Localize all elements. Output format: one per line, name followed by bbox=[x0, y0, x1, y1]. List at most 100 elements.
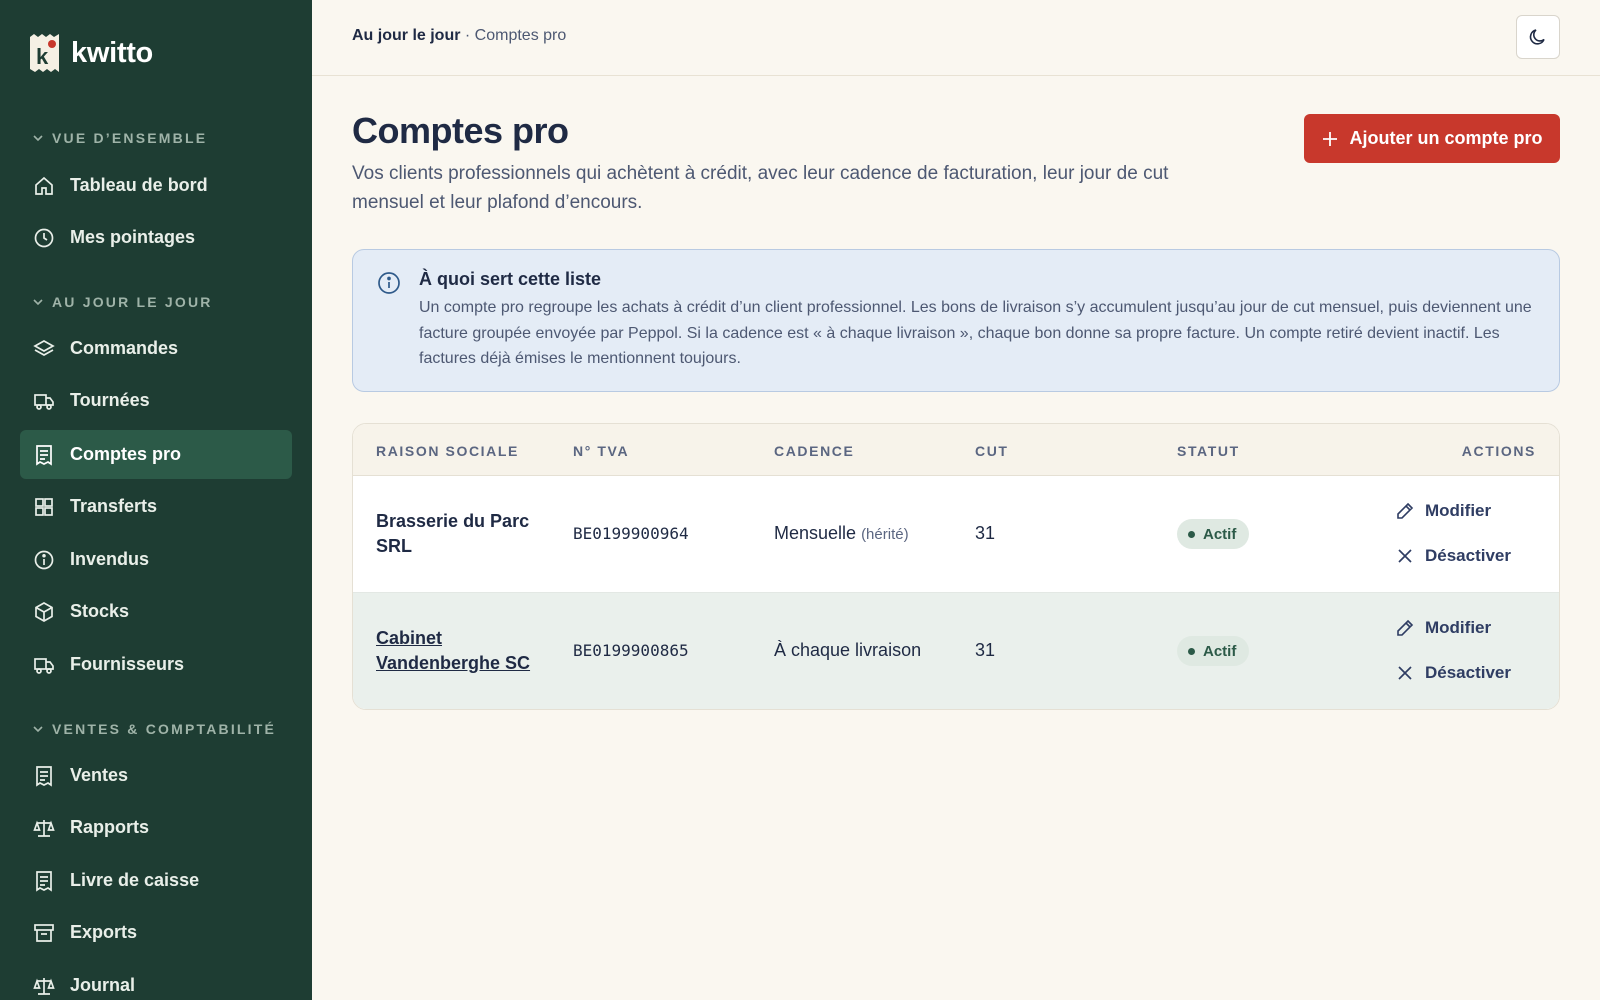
layers-icon bbox=[33, 338, 55, 360]
svg-text:k: k bbox=[36, 44, 49, 69]
box-icon bbox=[33, 601, 55, 623]
deactivate-button[interactable]: Désactiver bbox=[1395, 546, 1511, 566]
page-description: Vos clients professionnels qui achètent … bbox=[352, 163, 1169, 213]
sidebar-item-livre-de-caisse[interactable]: Livre de caisse bbox=[20, 856, 292, 905]
breadcrumb: Au jour le jour · Comptes pro bbox=[352, 27, 566, 45]
scale-icon bbox=[33, 817, 55, 839]
column-header-statut: STATUT bbox=[1177, 443, 1240, 459]
account-name-link[interactable]: Cabinet Vandenberghe SC bbox=[376, 626, 546, 676]
page-title: Comptes pro bbox=[352, 110, 569, 151]
sidebar-item-comptes-pro[interactable]: Comptes pro bbox=[20, 430, 292, 479]
home-icon bbox=[33, 175, 55, 197]
cadence-hint: (hérité) bbox=[861, 526, 909, 543]
deactivate-button-label: Désactiver bbox=[1425, 663, 1512, 682]
accounts-table: RAISON SOCIALE N° TVA CADENCE CUT STATUT… bbox=[352, 423, 1560, 710]
column-header-cut: CUT bbox=[975, 443, 1009, 459]
table-row: Brasserie du Parc SRL BE0199900964 Mensu… bbox=[353, 476, 1559, 593]
chevron-down-icon bbox=[33, 726, 43, 733]
column-header-actions: ACTIONS bbox=[1461, 443, 1536, 459]
pencil-icon bbox=[1397, 502, 1414, 519]
sidebar-item-invendus[interactable]: Invendus bbox=[20, 535, 292, 584]
cut-day: 31 bbox=[975, 523, 996, 543]
sidebar-item-label: Transferts bbox=[70, 496, 158, 516]
cadence: À chaque livraison bbox=[774, 640, 921, 661]
sidebar-item-label: Exports bbox=[70, 922, 138, 942]
sidebar-item-label: Fournisseurs bbox=[70, 654, 185, 674]
vat-number: BE0199900865 bbox=[573, 641, 689, 660]
cut-day: 31 bbox=[975, 640, 996, 660]
topbar: Au jour le jour · Comptes pro bbox=[312, 0, 1600, 76]
sidebar-item-mes-pointages[interactable]: Mes pointages bbox=[20, 213, 292, 262]
column-header-tva: N° TVA bbox=[573, 443, 630, 459]
sidebar-item-tableau-de-bord[interactable]: Tableau de bord bbox=[20, 161, 292, 210]
edit-button[interactable]: Modifier bbox=[1395, 501, 1491, 521]
app-name: kwitto bbox=[71, 36, 153, 69]
clock-icon bbox=[33, 227, 55, 249]
breadcrumb-parent[interactable]: Au jour le jour bbox=[352, 27, 460, 44]
edit-button[interactable]: Modifier bbox=[1395, 618, 1491, 638]
sidebar-item-label: Tableau de bord bbox=[70, 175, 208, 195]
chevron-down-icon bbox=[33, 135, 43, 142]
receipt-icon bbox=[33, 765, 55, 787]
sidebar-item-label: Stocks bbox=[70, 601, 130, 621]
sidebar-item-label: Mes pointages bbox=[70, 227, 196, 247]
sidebar-item-ventes[interactable]: Ventes bbox=[20, 751, 292, 800]
sidebar-item-label: Invendus bbox=[70, 549, 150, 569]
sidebar-item-commandes[interactable]: Commandes bbox=[20, 324, 292, 373]
scale-icon bbox=[33, 975, 55, 997]
sidebar-item-label: Comptes pro bbox=[70, 444, 182, 464]
truck-icon bbox=[33, 654, 55, 676]
table-header: RAISON SOCIALE N° TVA CADENCE CUT STATUT… bbox=[353, 424, 1559, 476]
account-name[interactable]: Brasserie du Parc SRL bbox=[376, 509, 546, 559]
info-icon bbox=[33, 549, 55, 571]
breadcrumb-separator: · bbox=[460, 27, 475, 44]
status-dot bbox=[1188, 647, 1195, 655]
sidebar-item-exports[interactable]: Exports bbox=[20, 908, 292, 957]
section-title-label: AU JOUR LE JOUR bbox=[52, 294, 213, 310]
section-ventes-comptabilite[interactable]: VENTES & COMPTABILITÉ bbox=[32, 721, 276, 737]
sidebar-item-journal[interactable]: Journal bbox=[20, 961, 292, 1000]
sidebar-item-label: Tournées bbox=[70, 390, 150, 410]
edit-button-label: Modifier bbox=[1425, 618, 1492, 637]
sidebar-item-transferts[interactable]: Transferts bbox=[20, 482, 292, 531]
section-title-label: VUE D’ENSEMBLE bbox=[52, 130, 208, 146]
info-callout: À quoi sert cette liste Un compte pro re… bbox=[352, 249, 1560, 392]
breadcrumb-current: Comptes pro bbox=[474, 27, 567, 44]
deactivate-button-label: Désactiver bbox=[1425, 546, 1512, 565]
sidebar-item-label: Journal bbox=[70, 975, 136, 995]
sidebar-item-rapports[interactable]: Rapports bbox=[20, 803, 292, 852]
sidebar-item-stocks[interactable]: Stocks bbox=[20, 587, 292, 636]
sidebar-item-label: Commandes bbox=[70, 338, 179, 358]
status-label: Actif bbox=[1203, 642, 1237, 660]
brand[interactable]: k kwitto bbox=[30, 34, 153, 72]
sidebar-item-label: Rapports bbox=[70, 817, 150, 837]
info-icon bbox=[378, 272, 400, 294]
vat-number: BE0199900964 bbox=[573, 524, 689, 543]
cadence-value: À chaque livraison bbox=[774, 640, 922, 660]
status-badge: Actif bbox=[1177, 519, 1250, 549]
section-vue-ensemble[interactable]: VUE D’ENSEMBLE bbox=[32, 130, 207, 146]
section-au-jour-le-jour[interactable]: AU JOUR LE JOUR bbox=[32, 294, 213, 310]
sidebar-item-tournees[interactable]: Tournées bbox=[20, 376, 292, 425]
sidebar-item-label: Livre de caisse bbox=[70, 870, 200, 890]
sidebar-item-fournisseurs[interactable]: Fournisseurs bbox=[20, 640, 292, 689]
add-account-button[interactable]: Ajouter un compte pro bbox=[1304, 114, 1560, 163]
theme-toggle-button[interactable] bbox=[1516, 15, 1560, 59]
pencil-icon bbox=[1397, 619, 1414, 636]
plus-icon bbox=[1322, 131, 1337, 146]
close-icon bbox=[1398, 549, 1412, 563]
edit-button-label: Modifier bbox=[1425, 501, 1492, 520]
chevron-down-icon bbox=[33, 299, 43, 306]
sidebar-item-label: Ventes bbox=[70, 765, 129, 785]
add-account-button-label: Ajouter un compte pro bbox=[1349, 128, 1543, 148]
info-title: À quoi sert cette liste bbox=[419, 269, 602, 289]
receipt-icon bbox=[33, 444, 55, 466]
section-title-label: VENTES & COMPTABILITÉ bbox=[52, 721, 277, 737]
column-header-raison-sociale: RAISON SOCIALE bbox=[376, 443, 519, 459]
kwitto-logo-icon: k bbox=[30, 34, 59, 72]
moon-icon bbox=[1529, 29, 1545, 45]
deactivate-button[interactable]: Désactiver bbox=[1395, 663, 1511, 683]
archive-icon bbox=[33, 922, 55, 944]
cadence: Mensuelle (hérité) bbox=[774, 523, 909, 544]
close-icon bbox=[1398, 666, 1412, 680]
